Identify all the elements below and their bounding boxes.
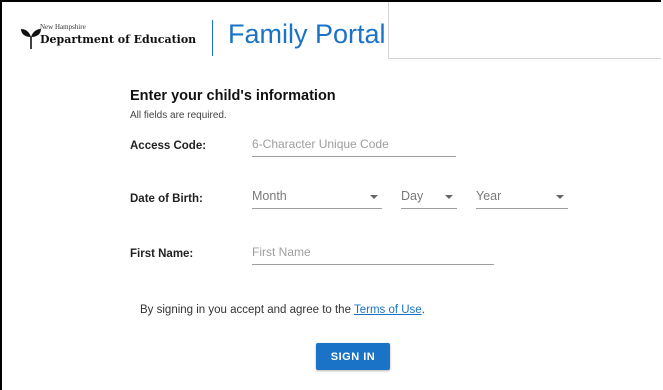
chevron-down-icon: [370, 195, 378, 199]
month-select-value: Month: [252, 189, 287, 203]
access-code-field[interactable]: 6-Character Unique Code: [252, 137, 456, 157]
access-code-label: Access Code:: [130, 140, 207, 152]
form-subheading: All fields are required.: [130, 110, 227, 121]
month-select[interactable]: Month: [252, 189, 382, 209]
access-code-placeholder: 6-Character Unique Code: [252, 137, 389, 151]
year-select-value: Year: [476, 189, 502, 203]
header-bottom-border: [388, 58, 661, 59]
first-name-field[interactable]: First Name: [252, 245, 494, 265]
day-select-value: Day: [401, 189, 424, 203]
chevron-down-icon: [445, 195, 453, 199]
sign-in-button[interactable]: SIGN IN: [316, 343, 390, 370]
title-divider: [212, 20, 213, 56]
terms-suffix: .: [421, 304, 425, 316]
portal-title: Family Portal: [228, 19, 386, 49]
first-name-label: First Name:: [130, 248, 194, 260]
day-select[interactable]: Day: [401, 189, 457, 209]
seedling-icon: [21, 29, 41, 49]
year-select[interactable]: Year: [476, 189, 568, 209]
form-heading: Enter your child's information: [130, 88, 336, 104]
header-divider: [388, 2, 389, 59]
department-name: Department of Education: [40, 33, 197, 46]
chevron-down-icon: [556, 195, 564, 199]
date-of-birth-label: Date of Birth:: [130, 193, 203, 205]
first-name-placeholder: First Name: [252, 245, 311, 259]
terms-of-use-link[interactable]: Terms of Use: [354, 304, 422, 316]
terms-text: By signing in you accept and agree to th…: [140, 304, 425, 316]
state-name: New Hampshire: [40, 23, 86, 31]
terms-prefix: By signing in you accept and agree to th…: [140, 304, 354, 316]
